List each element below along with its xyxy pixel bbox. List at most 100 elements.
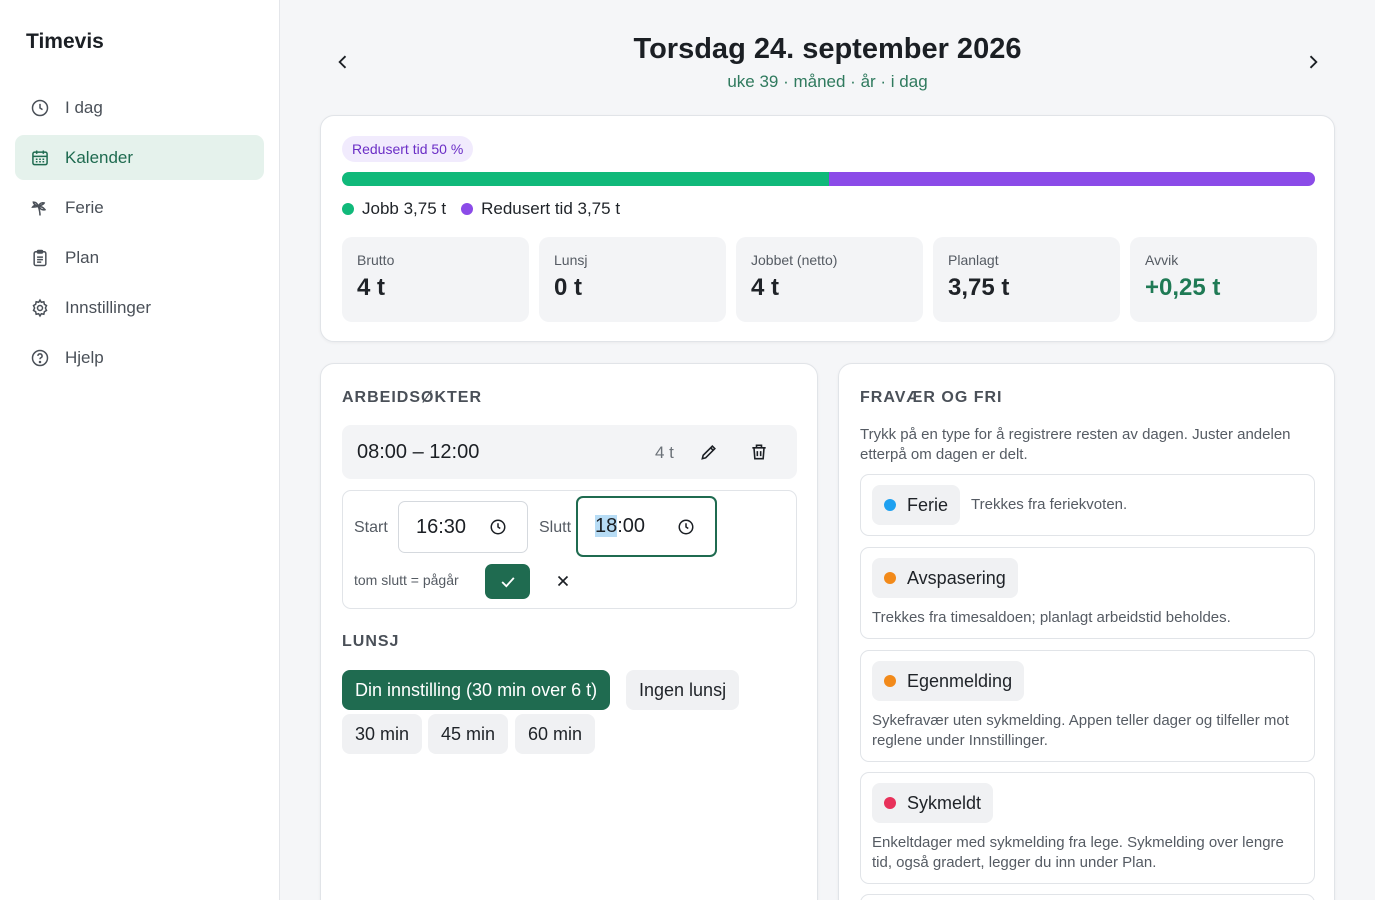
absence-dot bbox=[884, 499, 896, 511]
lunch-option-45[interactable]: 45 min bbox=[428, 714, 509, 754]
link-month[interactable]: måned bbox=[793, 72, 845, 91]
bar-legend: Jobb 3,75 t Redusert tid 3,75 t bbox=[342, 199, 635, 219]
lunch-option-60[interactable]: 60 min bbox=[515, 714, 596, 754]
stat-avvik: Avvik +0,25 t bbox=[1130, 237, 1317, 322]
app-title: Timevis bbox=[26, 30, 104, 53]
section-title: ARBEIDSØKTER bbox=[342, 389, 483, 406]
session-duration: 4 t bbox=[655, 443, 674, 462]
absence-text: Trekkes fra feriekvoten. bbox=[971, 496, 1128, 513]
absence-item-ferie[interactable]: Ferie Trekkes fra feriekvoten. bbox=[860, 474, 1315, 536]
link-week[interactable]: uke 39 bbox=[727, 72, 778, 91]
sidebar-item-label: Ferie bbox=[65, 197, 104, 217]
absence-card: FRAVÆR OG FRI Trykk på en type for å reg… bbox=[838, 363, 1335, 900]
absence-chip: Avspasering bbox=[872, 558, 1018, 598]
link-separator: · bbox=[778, 72, 794, 91]
sidebar-item-label: Kalender bbox=[65, 147, 134, 167]
clock-icon bbox=[490, 519, 506, 535]
absence-text: Trekkes fra timesaldoen; planlagt arbeid… bbox=[872, 609, 1231, 626]
end-time-value: 18:00 bbox=[595, 515, 645, 538]
bar-segment-job bbox=[342, 172, 829, 186]
clock-icon bbox=[678, 519, 694, 534]
lunch-option-30[interactable]: 30 min bbox=[342, 714, 423, 754]
end-time-minutes: :00 bbox=[617, 515, 646, 537]
sidebar-item-i-dag[interactable]: I dag bbox=[15, 85, 264, 130]
absence-text: Enkeltdager med sykmelding fra lege. Syk… bbox=[872, 834, 1284, 871]
sidebar-item-plan[interactable]: Plan bbox=[15, 235, 264, 280]
legend-item-reduced: Redusert tid 3,75 t bbox=[461, 199, 620, 219]
edit-session-button[interactable] bbox=[697, 440, 721, 464]
stats-row: Brutto 4 t Lunsj 0 t Jobbet (netto) 4 t … bbox=[342, 237, 1317, 322]
absence-dot bbox=[884, 572, 896, 584]
chevron-right-icon bbox=[1309, 55, 1318, 69]
section-title: FRAVÆR OG FRI bbox=[860, 389, 1003, 406]
delete-session-button[interactable] bbox=[747, 440, 771, 464]
lunch-option-setting[interactable]: Din innstilling (30 min over 6 t) bbox=[342, 670, 611, 710]
sidebar-item-label: Hjelp bbox=[65, 347, 104, 367]
sidebar-item-label: Plan bbox=[65, 247, 100, 267]
sidebar-item-label: I dag bbox=[65, 97, 103, 117]
stat-label: Lunsj bbox=[554, 252, 588, 268]
confirm-session-button[interactable] bbox=[485, 564, 530, 599]
view-links: uke 39 · måned · år · i dag bbox=[280, 72, 1375, 92]
work-sessions-card: ARBEIDSØKTER 08:00 – 12:00 4 t Start 16:… bbox=[320, 363, 818, 900]
sidebar-item-hjelp[interactable]: Hjelp bbox=[15, 335, 264, 380]
stat-planlagt: Planlagt 3,75 t bbox=[933, 237, 1120, 322]
session-edit-form: Start 16:30 Slutt 18:00 tom slutt = pågå… bbox=[342, 490, 797, 609]
legend-label: Jobb 3,75 t bbox=[362, 199, 447, 218]
start-time-input[interactable]: 16:30 bbox=[398, 501, 528, 553]
check-icon bbox=[501, 576, 515, 587]
next-day-button[interactable] bbox=[1301, 50, 1325, 74]
sidebar-nav: I dag Kalender Ferie Plan Innstillinger bbox=[15, 85, 264, 385]
stat-label: Jobbet (netto) bbox=[751, 252, 838, 268]
lunch-option-none[interactable]: Ingen lunsj bbox=[626, 670, 740, 710]
sidebar-item-innstillinger[interactable]: Innstillinger bbox=[15, 285, 264, 330]
absence-item-sykmeldt[interactable]: Sykmeldt Enkeltdager med sykmelding fra … bbox=[860, 772, 1315, 884]
link-year[interactable]: år bbox=[861, 72, 876, 91]
day-summary-card: Redusert tid 50 % Jobb 3,75 t Redusert t… bbox=[320, 115, 1335, 342]
trash-icon bbox=[752, 444, 766, 460]
calendar-icon bbox=[30, 148, 50, 168]
session-time: 08:00 – 12:00 bbox=[357, 441, 480, 463]
absence-item-avspasering[interactable]: Avspasering Trekkes fra timesaldoen; pla… bbox=[860, 547, 1315, 639]
absence-description: Trykk på en type for å registrere resten… bbox=[860, 426, 1291, 463]
sidebar-item-kalender[interactable]: Kalender bbox=[15, 135, 264, 180]
stat-value: +0,25 t bbox=[1145, 274, 1221, 301]
pencil-icon bbox=[701, 445, 716, 460]
absence-item-egenmelding[interactable]: Egenmelding Sykefravær uten sykmelding. … bbox=[860, 650, 1315, 762]
clock-icon bbox=[30, 98, 50, 118]
stat-value: 4 t bbox=[751, 274, 780, 301]
absence-label: Egenmelding bbox=[907, 670, 1013, 691]
absence-label: Sykmeldt bbox=[907, 792, 982, 813]
end-time-input[interactable]: 18:00 bbox=[576, 496, 717, 557]
time-distribution-bar bbox=[342, 172, 1315, 186]
stat-brutto: Brutto 4 t bbox=[342, 237, 529, 322]
stat-label: Avvik bbox=[1145, 252, 1179, 268]
close-icon bbox=[557, 575, 569, 587]
stat-value: 0 t bbox=[554, 274, 583, 301]
stat-value: 3,75 t bbox=[948, 274, 1010, 301]
absence-dot bbox=[884, 797, 896, 809]
absence-chip: Egenmelding bbox=[872, 661, 1025, 701]
bar-segment-reduced bbox=[828, 172, 1315, 186]
stat-value: 4 t bbox=[357, 274, 386, 301]
start-label: Start bbox=[354, 519, 388, 536]
help-circle-icon bbox=[30, 348, 50, 368]
absence-chip: Sykmeldt bbox=[872, 783, 994, 823]
sidebar: Timevis I dag Kalender Ferie Plan Innsti… bbox=[0, 0, 280, 900]
end-time-hour-selected: 18 bbox=[595, 515, 618, 537]
stat-netto: Jobbet (netto) 4 t bbox=[736, 237, 923, 322]
stat-lunsj: Lunsj 0 t bbox=[539, 237, 726, 322]
legend-label: Redusert tid 3,75 t bbox=[481, 199, 621, 218]
legend-dot bbox=[461, 203, 474, 215]
start-time-value: 16:30 bbox=[416, 515, 467, 538]
sidebar-item-ferie[interactable]: Ferie bbox=[15, 185, 264, 230]
link-today[interactable]: i dag bbox=[891, 72, 928, 91]
legend-item-job: Jobb 3,75 t bbox=[342, 199, 446, 219]
absence-item-more[interactable] bbox=[860, 894, 1315, 900]
absence-label: Avspasering bbox=[907, 567, 1006, 588]
status-badge: Redusert tid 50 % bbox=[342, 136, 474, 162]
link-separator: · bbox=[875, 72, 891, 91]
sidebar-item-label: Innstillinger bbox=[65, 297, 151, 317]
absence-label: Ferie bbox=[907, 494, 949, 515]
cancel-edit-button[interactable] bbox=[551, 569, 575, 593]
